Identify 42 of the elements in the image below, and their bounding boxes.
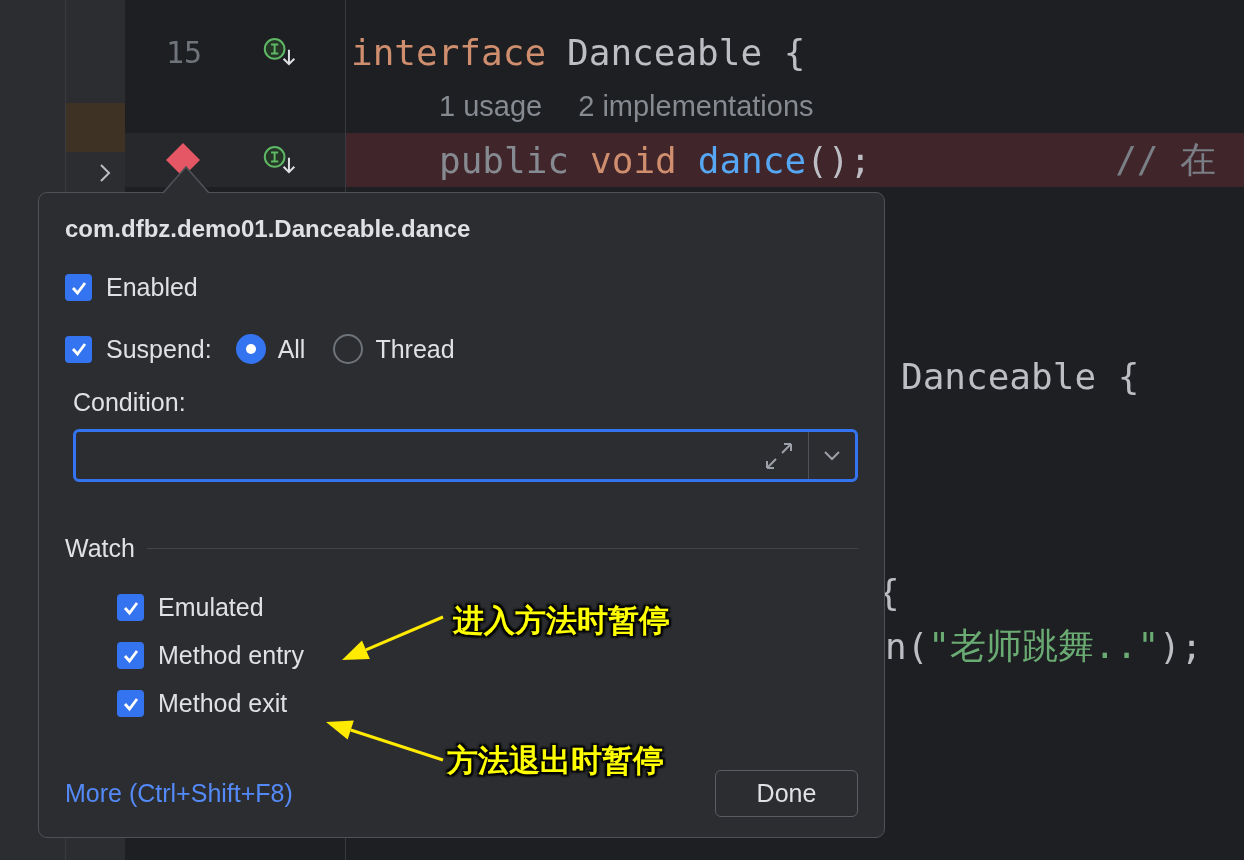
checkbox-label: Method exit: [158, 689, 288, 718]
checkbox-label: Suspend:: [106, 334, 212, 364]
field-label: Condition:: [73, 388, 187, 417]
popup-title: com.dfbz.demo01.Danceable.dance: [65, 215, 472, 243]
expand-icon[interactable]: [764, 440, 794, 471]
radio-label: Thread: [375, 334, 455, 364]
radio-button[interactable]: [235, 334, 266, 364]
code-text: interface: [351, 31, 547, 73]
section-title: Watch: [65, 534, 135, 563]
inlay-hint[interactable]: 2 implementations: [578, 89, 814, 123]
code-text: ();: [806, 139, 872, 181]
checkbox[interactable]: [65, 335, 92, 363]
code-text: dance: [697, 139, 807, 181]
code-text: void: [590, 139, 677, 181]
code-text: "老师跳舞..": [928, 623, 1160, 668]
interface-icon[interactable]: [263, 144, 297, 176]
line-number: 15: [165, 34, 202, 70]
checkbox[interactable]: [117, 642, 144, 669]
radio-label: All: [277, 334, 306, 364]
checkbox[interactable]: [117, 594, 144, 621]
change-marker: [66, 103, 125, 152]
code-comment: // 在: [1115, 137, 1217, 182]
interface-icon[interactable]: [263, 36, 297, 68]
code-text: Danceable {: [567, 31, 806, 73]
more-link[interactable]: More (Ctrl+Shift+F8): [65, 779, 293, 808]
radio-button[interactable]: [333, 334, 364, 364]
caret-down-icon: [824, 450, 840, 461]
annotation-text: 进入方法时暂停: [453, 601, 670, 640]
checkbox-label: Emulated: [158, 593, 264, 622]
checkbox[interactable]: [117, 690, 144, 717]
annotation-text: 方法退出时暂停: [447, 741, 664, 780]
code-text: n(: [885, 625, 929, 667]
checkbox[interactable]: [65, 274, 92, 301]
code-text: public: [439, 139, 570, 181]
code-text: Danceable {: [901, 355, 1140, 397]
condition-field[interactable]: [73, 429, 858, 482]
checkbox-label: Method entry: [158, 641, 304, 670]
code-text: );: [1159, 625, 1203, 667]
chevron-right-icon[interactable]: [98, 162, 112, 184]
checkbox-label: Enabled: [106, 273, 198, 302]
inlay-hint[interactable]: 1 usage: [439, 89, 543, 123]
done-button[interactable]: Done: [715, 770, 858, 817]
